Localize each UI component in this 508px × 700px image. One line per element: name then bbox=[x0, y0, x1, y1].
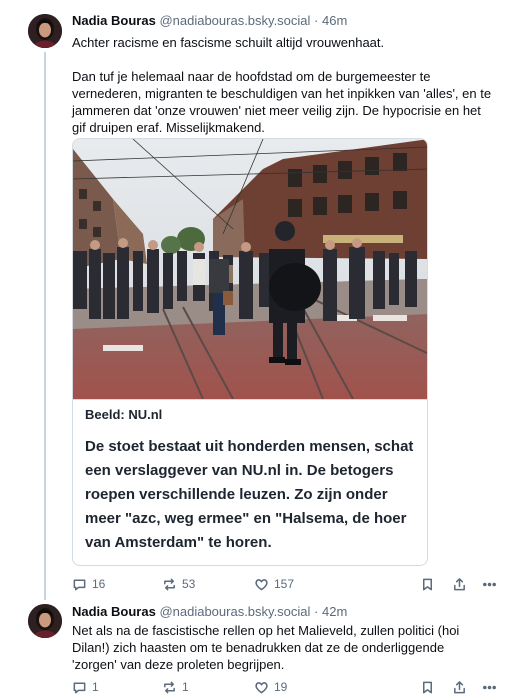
heart-outline-icon bbox=[255, 681, 268, 693]
post-paragraph: Dan tuf je helemaal naar de hoofdstad om… bbox=[72, 69, 492, 135]
repost-count: 53 bbox=[182, 577, 196, 591]
link-preview-card[interactable]: Beeld: NU.nl De stoet bestaat uit honder… bbox=[72, 138, 428, 566]
separator-dot: · bbox=[314, 604, 319, 619]
repost-arrows-icon bbox=[164, 578, 175, 590]
repost-arrows-icon bbox=[164, 681, 175, 693]
heart-outline-icon bbox=[255, 578, 268, 590]
reply-count: 1 bbox=[92, 680, 99, 694]
ellipsis-icon bbox=[483, 582, 496, 586]
bookmark-icon bbox=[423, 681, 432, 693]
thread-connector-line bbox=[44, 52, 46, 600]
post-paragraph: Achter racisme en fascisme schuilt altij… bbox=[72, 35, 385, 50]
reply-count: 16 bbox=[92, 577, 106, 591]
share-button[interactable] bbox=[452, 677, 467, 697]
card-description: De stoet bestaat uit honderden mensen, s… bbox=[85, 438, 414, 551]
post-actions: 16 53 157 bbox=[72, 574, 496, 594]
share-upload-icon bbox=[454, 680, 465, 693]
more-options-button[interactable] bbox=[482, 677, 497, 697]
post-header: Nadia Bouras @nadiabouras.bsky.social · … bbox=[72, 13, 347, 28]
author-handle[interactable]: @nadiabouras.bsky.social bbox=[159, 13, 310, 28]
repost-button[interactable]: 53 bbox=[162, 574, 195, 594]
share-upload-icon bbox=[454, 577, 465, 590]
post-header: Nadia Bouras @nadiabouras.bsky.social · … bbox=[72, 604, 347, 619]
speech-bubble-icon bbox=[73, 682, 86, 693]
author-name[interactable]: Nadia Bouras bbox=[72, 604, 156, 619]
separator-dot: · bbox=[314, 13, 319, 28]
post-time[interactable]: 42m bbox=[322, 604, 347, 619]
post-paragraph: Net als na de fascistische rellen op het… bbox=[72, 623, 460, 672]
repost-button[interactable]: 1 bbox=[162, 677, 189, 697]
card-photo bbox=[73, 139, 427, 399]
like-count: 157 bbox=[274, 577, 295, 591]
reply-button[interactable]: 16 bbox=[72, 574, 105, 594]
bookmark-icon bbox=[423, 578, 432, 590]
share-button[interactable] bbox=[452, 574, 467, 594]
avatar[interactable] bbox=[28, 14, 62, 48]
card-divider bbox=[73, 399, 427, 400]
bookmark-button[interactable] bbox=[420, 677, 435, 697]
post-text: Achter racisme en fascisme schuilt altij… bbox=[72, 34, 492, 136]
post-text: Net als na de fascistische rellen op het… bbox=[72, 622, 492, 673]
more-options-button[interactable] bbox=[482, 574, 497, 594]
author-handle[interactable]: @nadiabouras.bsky.social bbox=[159, 604, 310, 619]
avatar[interactable] bbox=[28, 604, 62, 638]
like-button[interactable]: 19 bbox=[254, 677, 287, 697]
speech-bubble-icon bbox=[73, 579, 86, 590]
post-time[interactable]: 46m bbox=[322, 13, 347, 28]
bookmark-button[interactable] bbox=[420, 574, 435, 594]
author-name[interactable]: Nadia Bouras bbox=[72, 13, 156, 28]
like-count: 19 bbox=[274, 680, 288, 694]
card-source-label: Beeld: NU.nl bbox=[85, 407, 163, 422]
reply-button[interactable]: 1 bbox=[72, 677, 99, 697]
like-button[interactable]: 157 bbox=[254, 574, 294, 594]
repost-count: 1 bbox=[182, 680, 189, 694]
post-actions: 1 1 19 bbox=[72, 677, 496, 697]
ellipsis-icon bbox=[483, 685, 496, 689]
